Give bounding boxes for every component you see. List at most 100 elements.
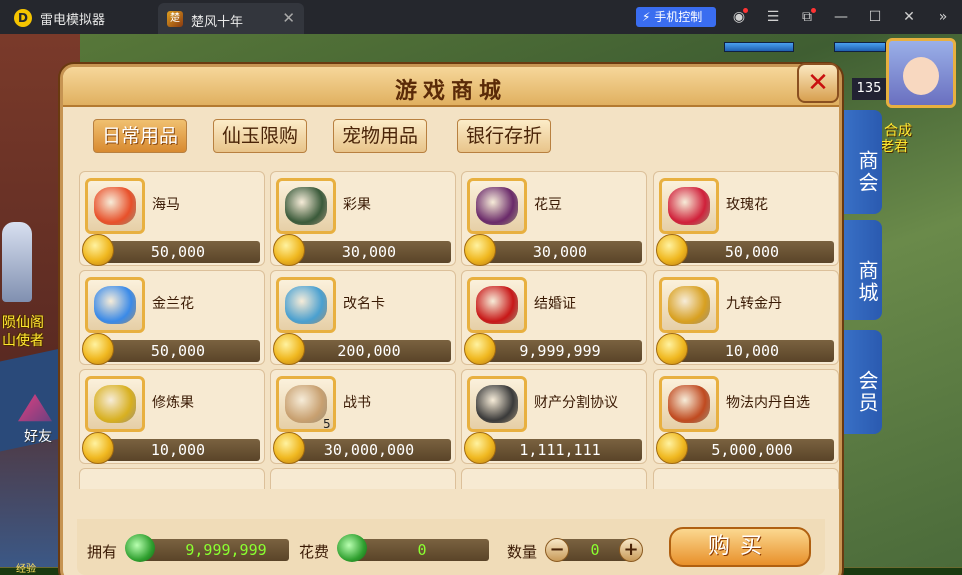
shop-item-card[interactable]: 物法内丹自选 5,000,000 — [653, 369, 839, 464]
shop-item-card[interactable]: 金兰花 50,000 — [79, 270, 265, 365]
close-window-icon[interactable]: ✕ — [898, 6, 920, 28]
gold-coin-icon — [656, 234, 688, 266]
minimize-icon[interactable]: — — [830, 6, 852, 28]
item-price: 9,999,999 — [519, 342, 601, 360]
price-bar: 200,000 — [287, 340, 451, 362]
category-tab[interactable]: 银行存折 — [457, 119, 552, 153]
price-bar: 30,000,000 — [287, 439, 451, 461]
shop-item-card[interactable]: 结婚证 9,999,999 — [461, 270, 647, 365]
npc-title-label: 山使者 — [2, 333, 44, 349]
npc-sprite[interactable] — [2, 222, 32, 302]
item-glyph — [476, 187, 518, 225]
friends-icon — [18, 394, 52, 422]
buy-button[interactable]: 购买 — [669, 527, 811, 567]
gold-coin-icon — [464, 333, 496, 365]
gold-coin-icon — [656, 432, 688, 464]
item-glyph — [285, 286, 327, 324]
shop-panel: 游戏商城 ✕ 日常用品 仙玉限购 宠物用品 银行存折 海马 50,000 彩果 30,000… — [60, 63, 842, 575]
menu-icon[interactable]: ☰ — [762, 6, 784, 28]
item-name: 改名卡 — [343, 296, 385, 312]
side-tab-mall[interactable]: 商城 — [840, 220, 882, 320]
marriage-cert-icon — [467, 277, 527, 333]
item-glyph — [94, 286, 136, 324]
shop-item-card[interactable]: 5 战书 30,000,000 — [270, 369, 456, 464]
training-fruit-icon — [85, 376, 145, 432]
emulator-titlebar: D 雷电模拟器 楚 楚风十年 ✕ ⚡ 手机控制 ◉ ☰ ⧉ — ☐ ✕ » — [0, 0, 962, 34]
item-glyph — [668, 286, 710, 324]
item-price: 200,000 — [337, 342, 401, 360]
item-price: 30,000 — [341, 243, 397, 261]
shop-item-card[interactable]: 九转金丹 10,000 — [653, 270, 839, 365]
close-shop-button[interactable]: ✕ — [797, 63, 839, 103]
shop-item-card[interactable]: 海马 50,000 — [79, 171, 265, 266]
avatar-face — [903, 57, 939, 95]
tab-close-icon[interactable]: ✕ — [282, 9, 295, 27]
shop-item-card[interactable]: 修炼果 10,000 — [79, 369, 265, 464]
price-bar: 10,000 — [670, 340, 834, 362]
shop-item-card[interactable] — [461, 468, 647, 489]
gold-coin-icon — [273, 432, 305, 464]
game-viewport[interactable]: 陨仙阁 山使者 好友 135 合成 老君 商会 商城 会员 经验 游戏商城 ✕ … — [0, 34, 962, 575]
shop-footer: 拥有 9,999,999 花费 0 数量 − 0 + 购买 — [77, 519, 825, 575]
shop-item-card[interactable]: 改名卡 200,000 — [270, 270, 456, 365]
gold-coin-icon — [464, 432, 496, 464]
shop-item-card[interactable] — [270, 468, 456, 489]
decrease-quantity-button[interactable]: − — [545, 538, 569, 562]
item-glyph — [285, 385, 327, 423]
item-name: 玫瑰花 — [726, 197, 768, 213]
blue-flower-icon — [85, 277, 145, 333]
gold-coin-icon — [82, 234, 114, 266]
shop-item-card[interactable]: 玫瑰花 50,000 — [653, 171, 839, 266]
rename-card-icon — [276, 277, 336, 333]
price-bar: 1,111,111 — [478, 439, 642, 461]
popout-icon[interactable]: ⧉ — [796, 6, 818, 28]
price-bar: 50,000 — [96, 241, 260, 263]
shop-title: 游戏商城 — [394, 79, 507, 104]
npc-right-label: 老君 — [880, 139, 908, 155]
player-avatar[interactable] — [886, 38, 956, 108]
item-name: 花豆 — [534, 197, 562, 213]
notification-dot — [811, 8, 816, 13]
game-tab-icon: 楚 — [167, 11, 183, 27]
side-tab-guild[interactable]: 商会 — [840, 110, 882, 214]
item-price: 50,000 — [150, 243, 206, 261]
own-value: 9,999,999 — [185, 541, 267, 559]
gold-coin-icon — [273, 234, 305, 266]
category-tab[interactable]: 日常用品 — [93, 119, 188, 153]
jade-currency-icon — [337, 534, 367, 562]
item-glyph — [668, 187, 710, 225]
item-name: 金兰花 — [152, 296, 194, 312]
shop-item-card[interactable] — [79, 468, 265, 489]
gold-coin-icon — [464, 234, 496, 266]
tab-game[interactable]: 楚 楚风十年 ✕ — [158, 3, 304, 34]
category-tab[interactable]: 仙玉限购 — [213, 119, 308, 153]
item-name: 战书 — [343, 395, 371, 411]
shop-item-card[interactable] — [653, 468, 839, 489]
price-bar: 50,000 — [670, 241, 834, 263]
item-glyph — [285, 187, 327, 225]
shop-item-card[interactable]: 花豆 30,000 — [461, 171, 647, 266]
item-price: 50,000 — [724, 243, 780, 261]
phone-control-button[interactable]: ⚡ 手机控制 — [636, 7, 716, 27]
item-name: 物法内丹自选 — [726, 395, 810, 411]
side-tab-vip[interactable]: 会员 — [840, 330, 882, 434]
cost-value: 0 — [417, 541, 427, 559]
item-name: 九转金丹 — [726, 296, 782, 312]
account-icon[interactable]: ◉ — [728, 6, 750, 28]
shop-item-card[interactable]: 财产分割协议 1,111,111 — [461, 369, 647, 464]
category-tab[interactable]: 宠物用品 — [333, 119, 428, 153]
exp-label: 经验 — [16, 564, 36, 575]
gold-coin-icon — [273, 333, 305, 365]
friends-button[interactable]: 好友 — [12, 394, 58, 445]
tab-label: 楚风十年 — [191, 15, 244, 30]
increase-quantity-button[interactable]: + — [619, 538, 643, 562]
jade-currency-icon — [125, 534, 155, 562]
maximize-icon[interactable]: ☐ — [864, 6, 886, 28]
shop-item-card[interactable]: 彩果 30,000 — [270, 171, 456, 266]
price-bar: 30,000 — [287, 241, 451, 263]
quantity-value[interactable]: 0 — [573, 541, 617, 559]
cost-label: 花费 — [299, 543, 330, 561]
sword-icon — [467, 376, 527, 432]
fruit-icon — [276, 178, 336, 234]
expand-sidebar-icon[interactable]: » — [932, 6, 954, 28]
